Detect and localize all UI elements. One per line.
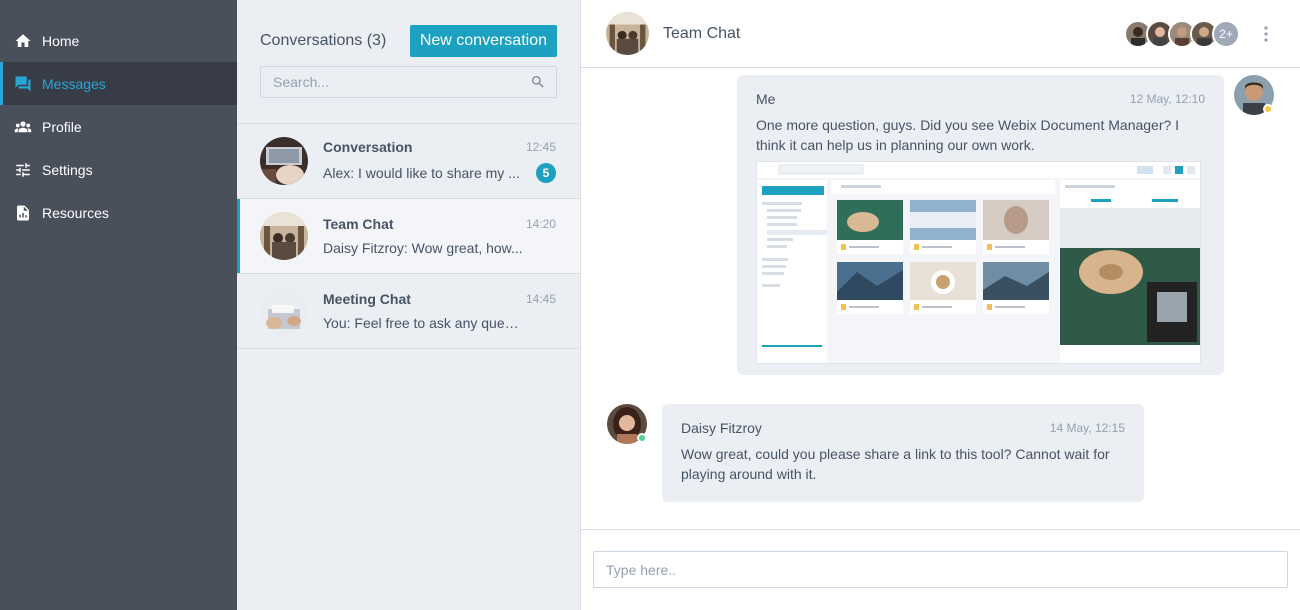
- conversation-preview: You: Feel free to ask any ques...: [323, 315, 523, 331]
- conversation-time: 12:45: [525, 140, 556, 154]
- message-text: One more question, guys. Did you see Web…: [756, 117, 1180, 153]
- sliders-icon: [14, 161, 32, 179]
- search-box: [260, 66, 557, 98]
- sidebar-item-label: Messages: [42, 75, 106, 92]
- chat-header: Team Chat 2+: [581, 0, 1300, 68]
- sidebar-item-settings[interactable]: Settings: [0, 148, 237, 191]
- conversation-name: Conversation: [323, 139, 413, 155]
- messages-icon: [14, 75, 32, 93]
- home-icon: [14, 32, 32, 50]
- conversation-list-panel: Conversations (3) New conversation Conve…: [237, 0, 581, 610]
- file-chart-icon: [14, 204, 32, 222]
- message-author: Me: [756, 91, 776, 107]
- conversation-time: 14:45: [525, 292, 556, 306]
- image-attachment[interactable]: [756, 161, 1201, 364]
- status-online-dot: [637, 433, 647, 443]
- unread-badge: 5: [536, 163, 556, 183]
- chat-panel: Team Chat 2+ Me 12 May, 12:10 One more q…: [581, 0, 1300, 610]
- sidebar-item-resources[interactable]: Resources: [0, 191, 237, 234]
- message-bubble: Daisy Fitzroy 14 May, 12:15 Wow great, c…: [662, 404, 1144, 502]
- chat-avatar: [606, 12, 649, 55]
- conversation-list-header: Conversations (3) New conversation: [237, 0, 580, 124]
- sidebar-item-profile[interactable]: Profile: [0, 105, 237, 148]
- chat-members[interactable]: 2+: [1124, 19, 1240, 48]
- avatar: [260, 212, 308, 260]
- users-icon: [14, 118, 32, 136]
- search-icon[interactable]: [530, 74, 546, 90]
- new-conversation-button[interactable]: New conversation: [409, 24, 557, 57]
- sidebar-item-label: Resources: [42, 204, 109, 221]
- sidebar-item-messages[interactable]: Messages: [0, 62, 237, 105]
- message-date: 12 May, 12:10: [1129, 92, 1205, 106]
- message-text: Wow great, could you please share a link…: [681, 446, 1110, 482]
- main-sidebar: Home Messages Profile Settings Resources: [0, 0, 237, 610]
- message-author: Daisy Fitzroy: [681, 420, 762, 436]
- sidebar-item-label: Home: [42, 32, 80, 49]
- status-away-dot: [1263, 104, 1273, 114]
- avatar: [260, 137, 308, 185]
- chat-title: Team Chat: [663, 24, 741, 42]
- conversation-preview: Daisy Fitzroy: Wow great, how...: [323, 240, 523, 256]
- conversation-time: 14:20: [525, 217, 556, 231]
- message-input-area: [581, 529, 1300, 610]
- more-vertical-icon[interactable]: [1264, 25, 1268, 42]
- sidebar-item-label: Profile: [42, 118, 82, 135]
- conversation-preview: Alex: I would like to share my ...: [323, 165, 520, 181]
- conversation-item[interactable]: Conversation 12:45 Alex: I would like to…: [237, 124, 580, 199]
- message-date: 14 May, 12:15: [1049, 421, 1125, 435]
- avatar: [260, 287, 308, 335]
- conversation-name: Team Chat: [323, 216, 394, 232]
- message-input[interactable]: [593, 551, 1288, 588]
- conversation-item[interactable]: Meeting Chat 14:45 You: Feel free to ask…: [237, 274, 580, 349]
- conversations-title: Conversations (3): [260, 31, 387, 49]
- conversation-name: Meeting Chat: [323, 291, 411, 307]
- sidebar-item-label: Settings: [42, 161, 93, 178]
- more-members-badge[interactable]: 2+: [1212, 19, 1240, 48]
- message-bubble: Me 12 May, 12:10 One more question, guys…: [737, 75, 1224, 375]
- search-input[interactable]: [273, 74, 530, 90]
- sidebar-item-home[interactable]: Home: [0, 19, 237, 62]
- conversation-item[interactable]: Team Chat 14:20 Daisy Fitzroy: Wow great…: [237, 199, 580, 274]
